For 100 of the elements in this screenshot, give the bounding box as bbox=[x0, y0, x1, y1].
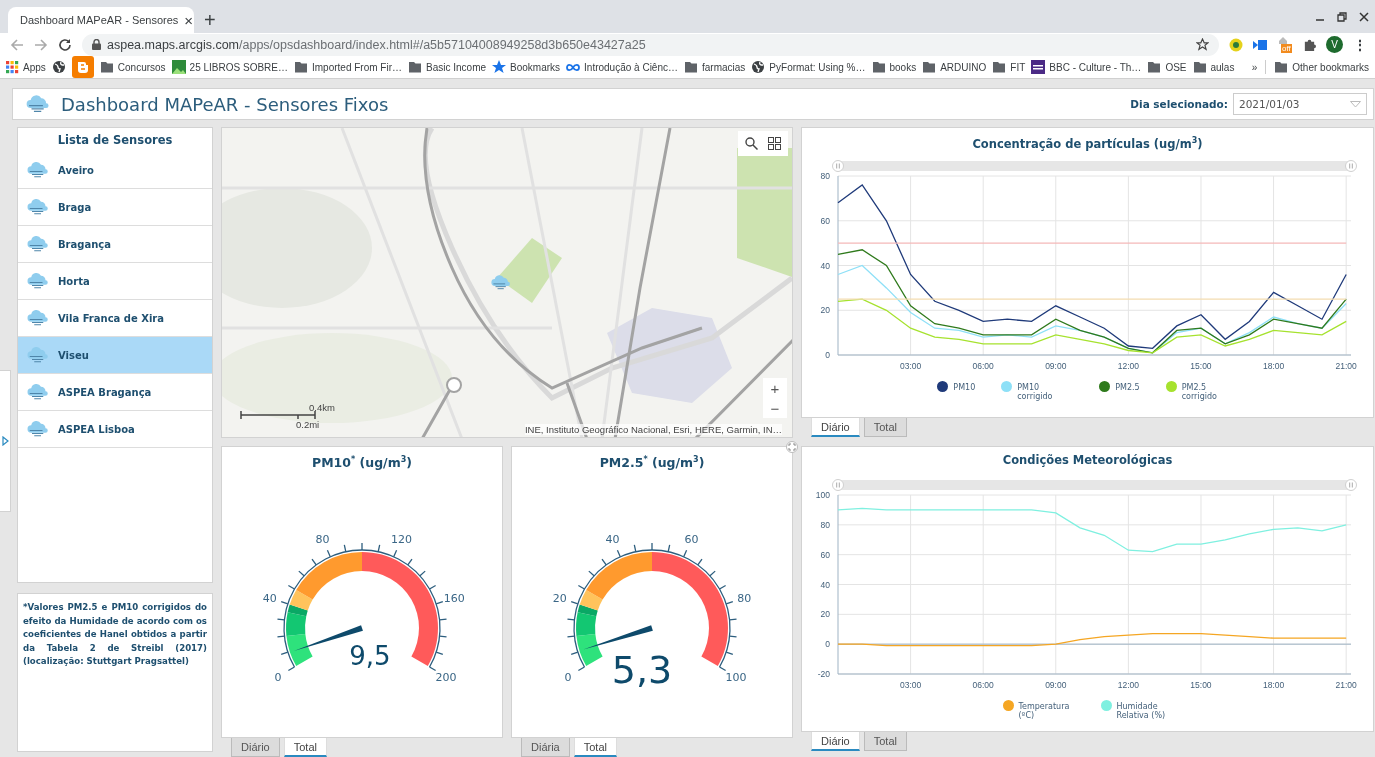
legend-label: Temperatura (ºC) bbox=[1018, 701, 1071, 720]
axis-label: 0 bbox=[825, 639, 830, 650]
close-icon[interactable] bbox=[1359, 11, 1369, 22]
grid-icon[interactable] bbox=[768, 137, 781, 150]
panel-tab[interactable]: Diário bbox=[811, 732, 860, 751]
bookmark[interactable]: BBC - Culture - Th… bbox=[1031, 60, 1142, 74]
legend-label: Humidade Relativa (%) bbox=[1116, 701, 1167, 720]
extension-icon[interactable] bbox=[1229, 37, 1243, 52]
sensor-item[interactable]: Aveiro bbox=[18, 152, 212, 189]
bookmark[interactable]: Concursos bbox=[99, 61, 166, 73]
back-arrow-icon[interactable] bbox=[10, 37, 24, 52]
extension-icon[interactable] bbox=[1253, 38, 1267, 51]
status-badge: off bbox=[1281, 44, 1292, 53]
panel-tab[interactable]: Total bbox=[283, 738, 327, 757]
range-handle[interactable] bbox=[832, 479, 844, 491]
gauge-value: 9,5 bbox=[349, 641, 391, 671]
range-handle[interactable] bbox=[1345, 479, 1357, 491]
forward-arrow-icon[interactable] bbox=[34, 37, 48, 52]
bookmark[interactable]: FIT bbox=[992, 61, 1026, 73]
axis-label: 40 bbox=[820, 579, 830, 590]
axis-label: 60 bbox=[820, 549, 830, 560]
legend-label: PM10 bbox=[953, 382, 976, 392]
bookmark[interactable]: Introdução à Ciênc… bbox=[566, 61, 678, 73]
gauge-value: 5,3 bbox=[611, 648, 673, 692]
bookmark[interactable]: OSE bbox=[1147, 61, 1187, 73]
bookmark[interactable] bbox=[51, 60, 66, 74]
restore-icon[interactable] bbox=[1337, 11, 1347, 22]
bookmark[interactable]: ARDUINO bbox=[922, 61, 987, 73]
date-dropdown[interactable]: 2021/01/03 bbox=[1233, 93, 1367, 115]
more-bookmarks-button[interactable]: » bbox=[1251, 61, 1258, 73]
menu-button[interactable]: ⋮ bbox=[1353, 36, 1367, 53]
chart-title: Concentração de partículas (ug/m$^{3}$) bbox=[971, 135, 1204, 153]
scale-label: 80 bbox=[737, 592, 752, 606]
sensor-item[interactable]: Bragança bbox=[18, 226, 212, 263]
axis-label: 03:00 bbox=[899, 361, 922, 371]
axis-label: 12:00 bbox=[1117, 361, 1139, 371]
side-panel-toggle[interactable] bbox=[0, 370, 11, 512]
apps-grid-icon bbox=[6, 60, 19, 74]
puzzle-icon[interactable] bbox=[1303, 38, 1316, 51]
folder-icon bbox=[408, 61, 422, 73]
bookmark[interactable]: 25 LIBROS SOBRE… bbox=[171, 60, 288, 74]
panel-tab[interactable]: Diária bbox=[521, 738, 570, 757]
browser-tab[interactable]: Dashboard MAPeAR - Sensores × bbox=[8, 7, 194, 33]
folder-icon bbox=[871, 61, 886, 73]
folder-icon bbox=[1274, 61, 1289, 73]
panel-tab[interactable]: Total bbox=[863, 732, 907, 751]
panel-tab[interactable]: Diário bbox=[811, 418, 860, 437]
range-handle[interactable] bbox=[1345, 160, 1357, 172]
bookmark[interactable]: Other bookmarks bbox=[1274, 61, 1369, 73]
axis-label: 21:00 bbox=[1335, 680, 1357, 690]
tab-close-button[interactable]: × bbox=[184, 12, 194, 28]
sensor-item[interactable]: ASPEA Bragança bbox=[18, 374, 212, 411]
axis-label: -20 bbox=[817, 669, 830, 679]
axis-label: 15:00 bbox=[1190, 361, 1212, 371]
axis-label: 06:00 bbox=[972, 680, 994, 690]
sensor-item[interactable]: Horta bbox=[18, 263, 212, 300]
sensor-item[interactable]: ASPEA Lisboa bbox=[18, 411, 212, 448]
bookmark[interactable]: Bookmarks bbox=[492, 60, 561, 74]
panel-tab[interactable]: Total bbox=[573, 738, 617, 757]
axis-label: 09:00 bbox=[1045, 680, 1067, 690]
expand-icon[interactable] bbox=[786, 441, 798, 453]
legend-label: PM10 corrigido bbox=[1017, 382, 1054, 401]
profile-avatar[interactable]: V bbox=[1326, 36, 1343, 53]
scale-label: 40 bbox=[605, 533, 620, 547]
scale-label: 80 bbox=[315, 533, 330, 547]
scale-label: 60 bbox=[684, 533, 699, 547]
folder-icon bbox=[992, 61, 1007, 73]
range-handle[interactable] bbox=[832, 160, 844, 172]
address-field[interactable]: aspea.maps.arcgis.com/apps/opsdashboard/index.html#/a5b57104008949258d3b650e43427a25 bbox=[82, 33, 1219, 56]
axis-label: 03:00 bbox=[899, 680, 922, 690]
panel-tab[interactable]: Total bbox=[863, 418, 907, 437]
bookmark[interactable]: aulas bbox=[1192, 61, 1235, 73]
gauge-needle bbox=[583, 625, 653, 650]
scale-label: 0.2mi bbox=[296, 419, 320, 430]
scale-label: 20 bbox=[552, 592, 567, 606]
folder-icon bbox=[99, 61, 114, 73]
bookmark[interactable]: Imported From Fir… bbox=[294, 61, 402, 73]
new-tab-button[interactable]: + bbox=[204, 10, 216, 30]
sensor-item[interactable]: Braga bbox=[18, 189, 212, 226]
sensor-marker-icon bbox=[490, 274, 512, 291]
bookmark[interactable]: PyFormat: Using %… bbox=[751, 60, 866, 74]
bookmark[interactable]: books bbox=[871, 61, 917, 73]
reload-icon[interactable] bbox=[58, 37, 72, 52]
axis-label: 60 bbox=[820, 215, 830, 226]
search-icon[interactable] bbox=[745, 137, 758, 150]
axis-label: 80 bbox=[820, 171, 830, 181]
axis-label: 20 bbox=[820, 305, 830, 316]
bookmark[interactable]: farmacias bbox=[684, 61, 746, 73]
square-logo-icon bbox=[1031, 60, 1046, 74]
dashboard-title: Dashboard MAPeAR - Sensores Fixos bbox=[61, 93, 389, 115]
axis-label: 21:00 bbox=[1335, 361, 1357, 371]
expand-triangle-icon bbox=[1, 436, 9, 446]
bookmark[interactable]: Basic Income bbox=[408, 61, 487, 73]
panel-tab[interactable]: Diário bbox=[231, 738, 280, 757]
star-outline-icon[interactable] bbox=[1196, 38, 1209, 51]
axis-label: 18:00 bbox=[1262, 361, 1285, 371]
sensor-item[interactable]: Viseu bbox=[18, 337, 212, 374]
cloud-icon bbox=[26, 161, 50, 179]
bookmark[interactable]: Apps bbox=[6, 60, 46, 74]
scale-label: 40 bbox=[262, 592, 277, 606]
